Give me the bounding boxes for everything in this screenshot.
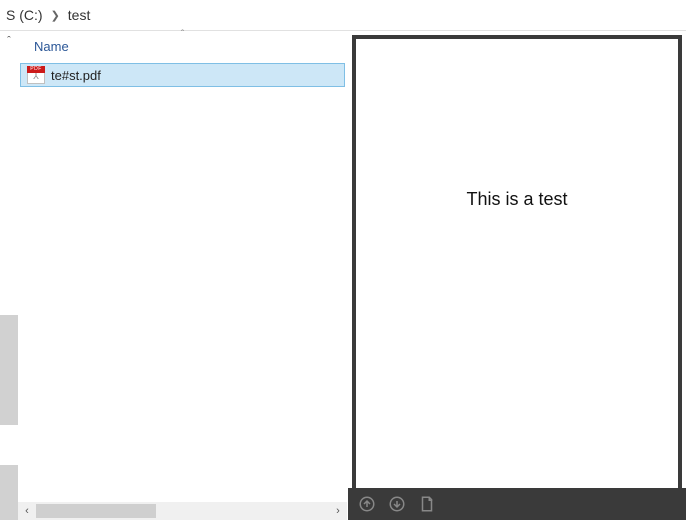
scroll-right-icon[interactable]: › xyxy=(329,502,347,520)
preview-pane: This is a test xyxy=(348,31,686,520)
breadcrumb[interactable]: S (C:) ❯ test xyxy=(0,0,686,30)
upload-icon[interactable] xyxy=(356,493,378,515)
breadcrumb-folder[interactable]: test xyxy=(66,7,93,23)
scroll-track[interactable] xyxy=(36,502,329,520)
tree-scrollbar[interactable]: ˆ xyxy=(0,31,18,520)
sort-ascending-icon: ˆ xyxy=(181,29,184,40)
page-icon[interactable] xyxy=(416,493,438,515)
file-list-pane: ˆ Name PDF ⅄ te#st.pdf ‹ › xyxy=(18,31,348,520)
file-name: te#st.pdf xyxy=(51,68,101,83)
preview-document[interactable]: This is a test xyxy=(352,35,682,488)
scroll-thumb[interactable] xyxy=(36,504,156,518)
file-row[interactable]: PDF ⅄ te#st.pdf xyxy=(20,63,345,87)
pdf-tag: PDF xyxy=(27,66,45,73)
horizontal-scrollbar[interactable]: ‹ › xyxy=(18,502,347,520)
preview-content: This is a test xyxy=(466,189,567,210)
preview-toolbar xyxy=(348,488,686,520)
scroll-left-icon[interactable]: ‹ xyxy=(18,502,36,520)
scroll-up-icon[interactable]: ˆ xyxy=(0,31,18,51)
scroll-thumb[interactable] xyxy=(0,465,18,520)
pdf-file-icon: PDF ⅄ xyxy=(27,66,45,84)
chevron-right-icon: ❯ xyxy=(45,9,66,22)
breadcrumb-drive[interactable]: S (C:) xyxy=(4,7,45,23)
scroll-thumb[interactable] xyxy=(0,315,18,425)
file-list-empty-area[interactable] xyxy=(18,87,347,502)
column-header-name[interactable]: ˆ Name xyxy=(18,31,347,61)
column-header-label: Name xyxy=(34,39,69,54)
preview-document-wrap: This is a test xyxy=(348,31,686,488)
download-icon[interactable] xyxy=(386,493,408,515)
body: ˆ ˆ Name PDF ⅄ te#st.pdf ‹ › xyxy=(0,31,686,520)
